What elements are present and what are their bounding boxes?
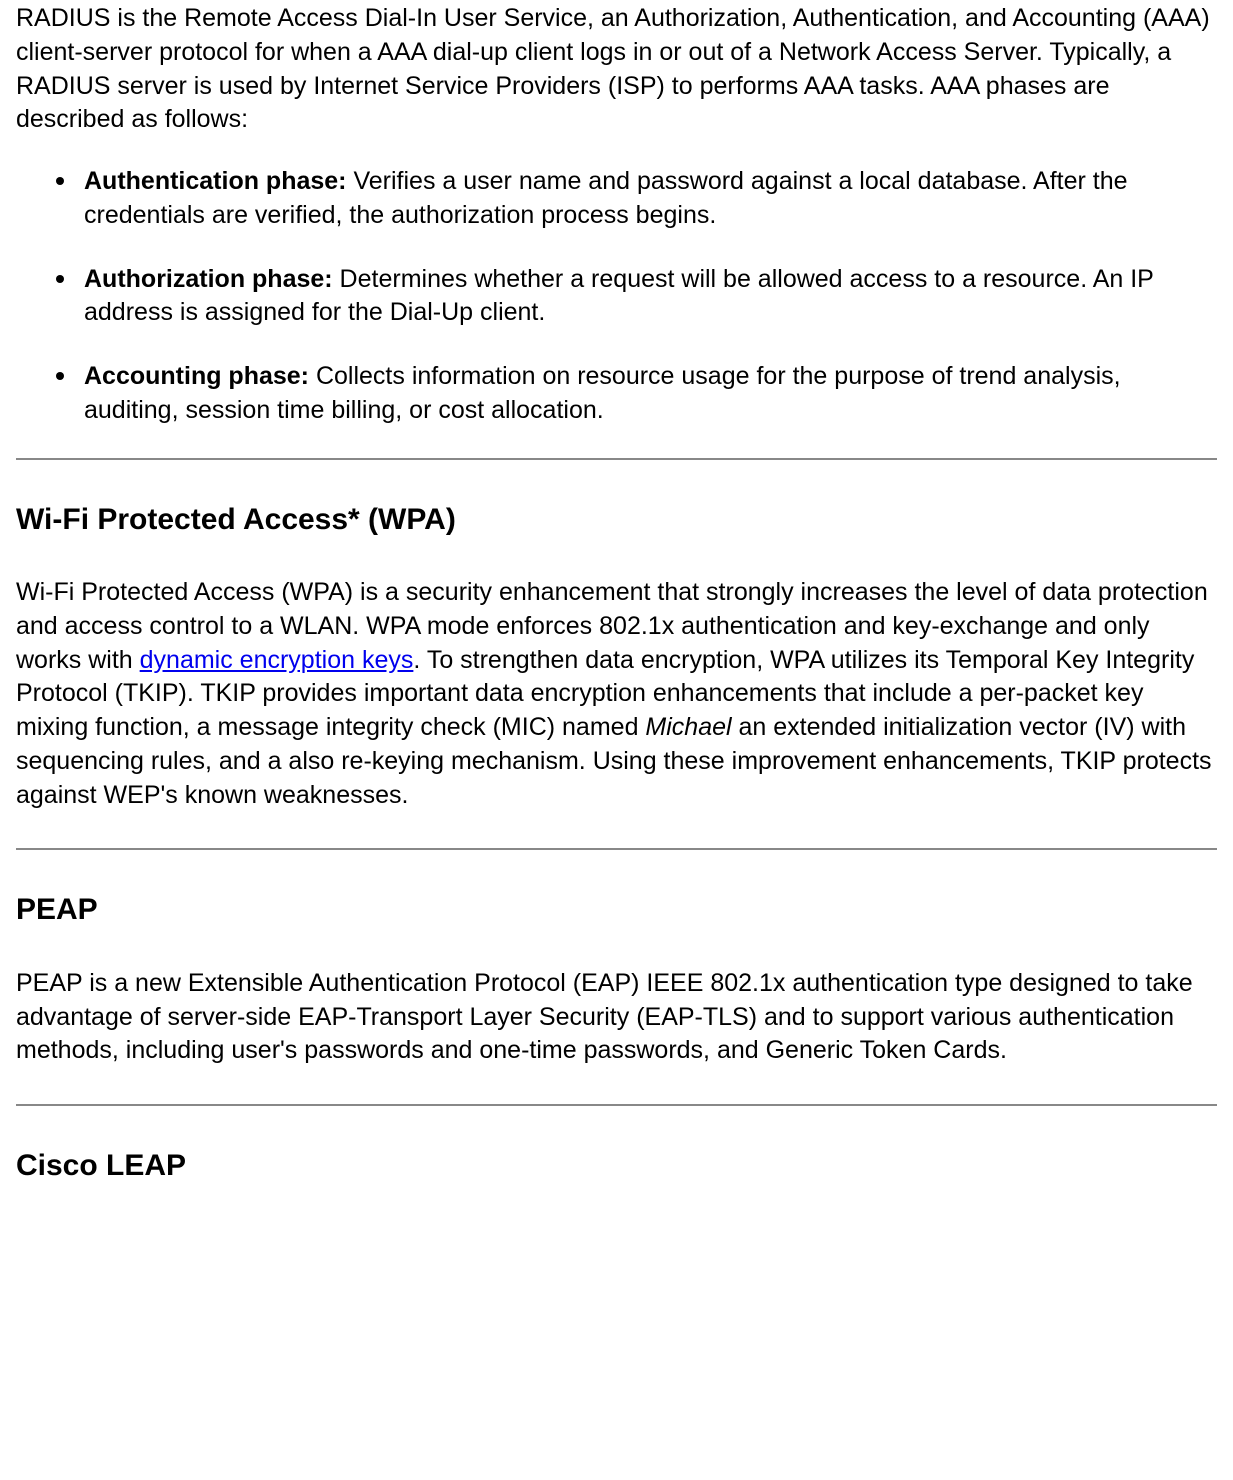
peap-paragraph: PEAP is a new Extensible Authentication … xyxy=(16,967,1217,1068)
section-divider xyxy=(16,458,1217,460)
cisco-leap-heading: Cisco LEAP xyxy=(16,1146,1217,1187)
wpa-paragraph: Wi-Fi Protected Access (WPA) is a securi… xyxy=(16,576,1217,812)
wpa-heading: Wi-Fi Protected Access* (WPA) xyxy=(16,500,1217,541)
wpa-italic-text: Michael xyxy=(645,713,731,741)
section-divider xyxy=(16,1104,1217,1106)
phases-list: Authentication phase: Verifies a user na… xyxy=(16,165,1217,428)
list-item: Authentication phase: Verifies a user na… xyxy=(56,165,1217,233)
section-divider xyxy=(16,848,1217,850)
phase-label: Authorization phase: xyxy=(84,265,333,293)
peap-heading: PEAP xyxy=(16,890,1217,931)
phase-label: Authentication phase: xyxy=(84,167,347,195)
dynamic-encryption-keys-link[interactable]: dynamic encryption keys xyxy=(140,646,414,674)
intro-paragraph: RADIUS is the Remote Access Dial-In User… xyxy=(16,2,1217,137)
phase-label: Accounting phase: xyxy=(84,362,309,390)
list-item: Accounting phase: Collects information o… xyxy=(56,360,1217,428)
list-item: Authorization phase: Determines whether … xyxy=(56,263,1217,331)
